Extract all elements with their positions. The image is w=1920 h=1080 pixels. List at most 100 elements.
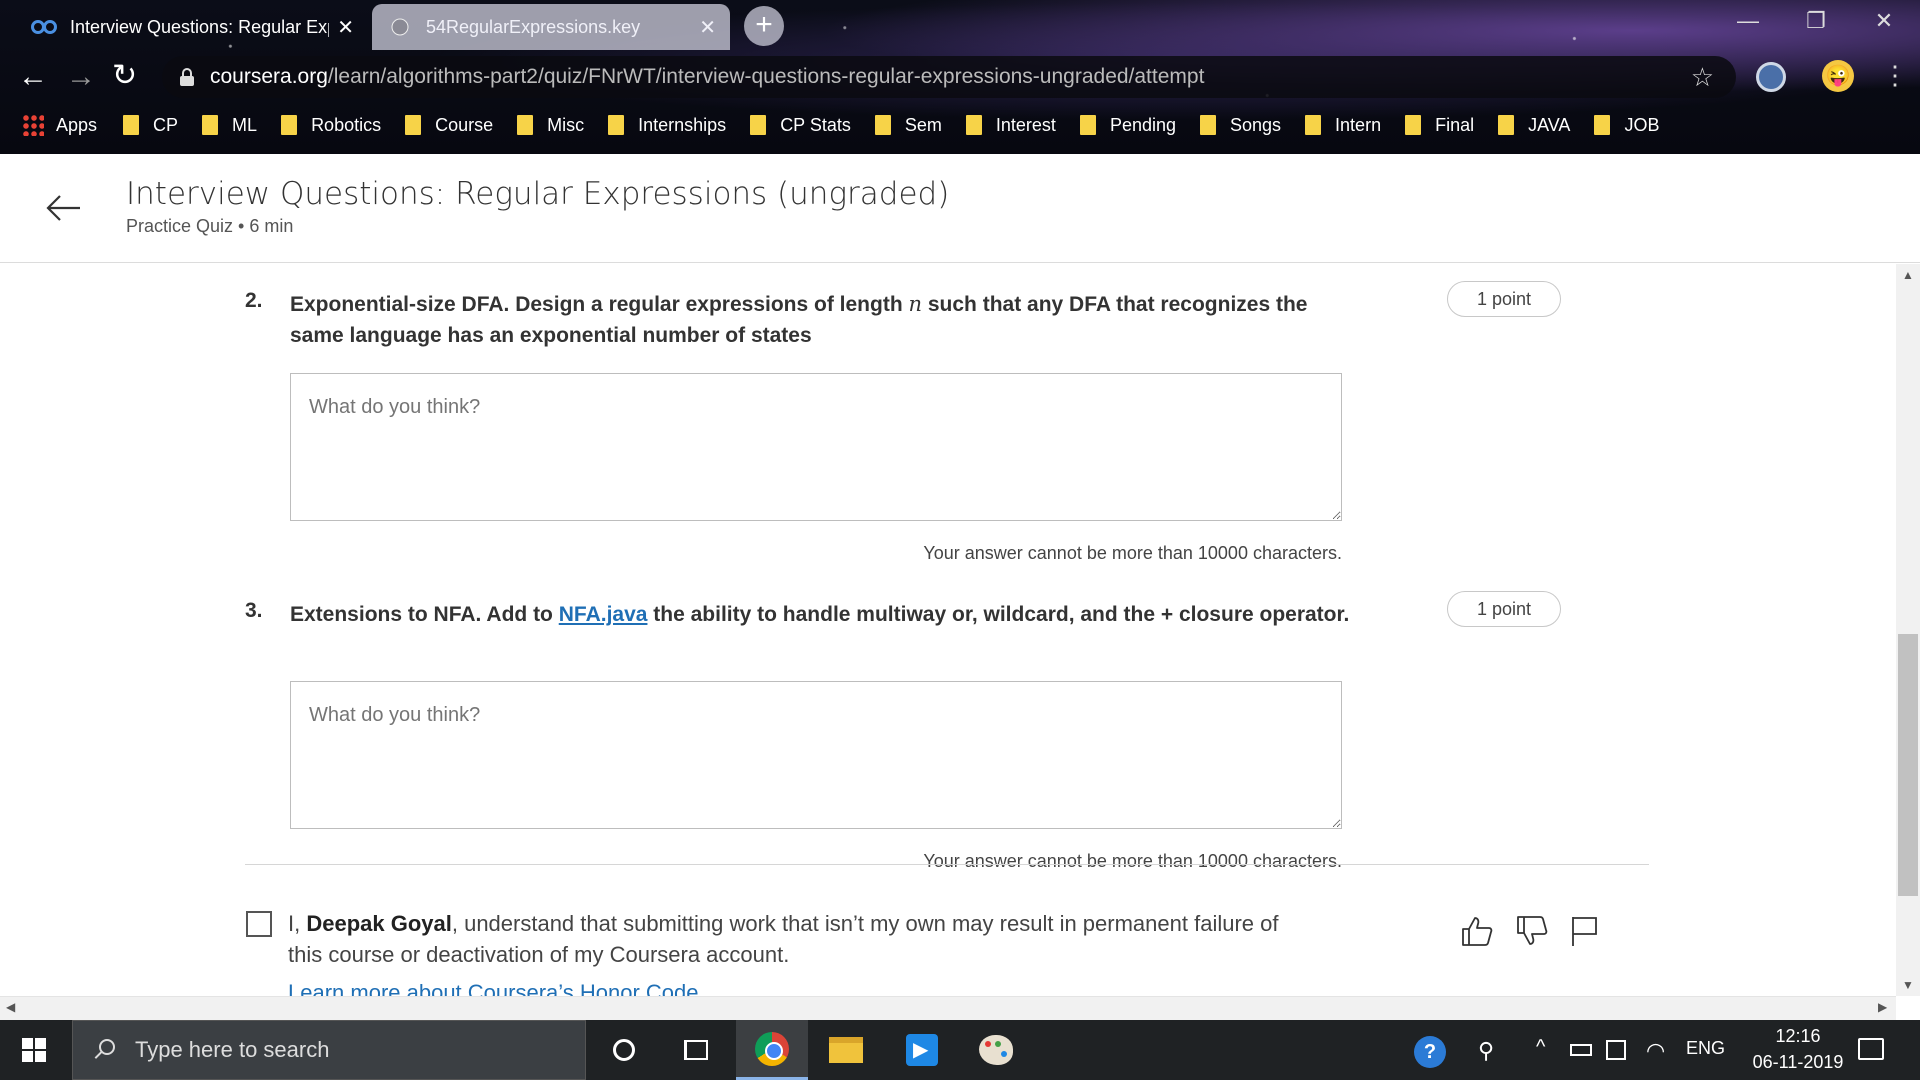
points-badge: 1 point (1447, 591, 1561, 627)
search-placeholder: Type here to search (135, 1037, 330, 1062)
bookmark-apps[interactable]: Apps (22, 108, 97, 142)
folder-icon (1594, 115, 1611, 135)
address-bar[interactable]: coursera.org/learn/algorithms-part2/quiz… (162, 56, 1736, 98)
scroll-up-icon[interactable]: ▲ (1902, 268, 1914, 282)
extension-icon[interactable] (1756, 62, 1786, 92)
page-title: Interview Questions: Regular Expressions… (126, 176, 950, 212)
horizontal-scrollbar[interactable] (0, 996, 1896, 1020)
paint-icon[interactable] (960, 1020, 1032, 1080)
bookmark-folder-final[interactable]: Final (1405, 108, 1474, 142)
forward-icon[interactable]: → (66, 60, 96, 94)
folder-icon (874, 115, 891, 135)
minimize-icon[interactable]: — (1720, 0, 1776, 42)
chevron-up-icon[interactable]: ^ (1536, 1036, 1545, 1059)
learner-name: Deepak Goyal (306, 911, 452, 936)
folder-icon (965, 115, 982, 135)
bookmark-folder-misc[interactable]: Misc (517, 108, 584, 142)
maximize-icon[interactable]: ❐ (1788, 0, 1844, 42)
thumbs-down-icon[interactable] (1515, 914, 1549, 948)
question-number: 3. (245, 599, 263, 622)
bookmark-folder-ml[interactable]: ML (202, 108, 257, 142)
back-arrow-icon[interactable] (44, 188, 84, 228)
reload-icon[interactable]: ↻ (112, 58, 137, 93)
bookmarks-bar: Apps CP ML Robotics Course Misc Internsh… (0, 108, 1659, 142)
bookmark-folder-job[interactable]: JOB (1594, 108, 1659, 142)
bookmark-folder-sem[interactable]: Sem (874, 108, 942, 142)
help-icon[interactable]: ? (1414, 1036, 1446, 1068)
bookmark-folder-interest[interactable]: Interest (965, 108, 1056, 142)
tab-interview-questions[interactable]: Interview Questions: Regular Exp ✕ (16, 4, 368, 50)
page-subtitle: Practice Quiz • 6 min (126, 216, 294, 236)
windows-taskbar: Type here to search ? ⚲ ^ ◠ ENG 12:16 06… (0, 1020, 1920, 1080)
char-limit-note: Your answer cannot be more than 10000 ch… (923, 543, 1342, 563)
profile-avatar-icon[interactable]: 😜 (1822, 60, 1854, 92)
folder-icon (608, 115, 625, 135)
scroll-right-icon[interactable]: ▶ (1878, 1000, 1887, 1014)
scroll-down-icon[interactable]: ▼ (1902, 978, 1914, 992)
question-text-part: Exponential-size DFA. Design a regular e… (290, 293, 909, 316)
folder-icon (517, 115, 534, 135)
scrollbar-thumb[interactable] (1898, 634, 1918, 896)
task-view-icon[interactable] (660, 1020, 732, 1080)
clock-date[interactable]: 06-11-2019 (1736, 1052, 1860, 1073)
answer-input[interactable] (290, 373, 1342, 521)
scroll-left-icon[interactable]: ◀ (6, 1000, 15, 1014)
bookmark-folder-pending[interactable]: Pending (1079, 108, 1176, 142)
honor-text-part: I, (288, 911, 307, 936)
honor-code-link[interactable]: Learn more about Coursera’s Honor Code (288, 980, 699, 996)
question-text: Exponential-size DFA. Design a regular e… (290, 289, 1350, 351)
folder-icon (281, 115, 298, 135)
new-tab-button[interactable]: + (744, 6, 784, 46)
search-icon (93, 1039, 115, 1061)
url-host: coursera.org (210, 65, 328, 88)
bookmark-folder-cp-stats[interactable]: CP Stats (750, 108, 851, 142)
flag-icon[interactable] (1568, 914, 1602, 948)
answer-input[interactable] (290, 681, 1342, 829)
question-number: 2. (245, 289, 263, 312)
cortana-icon[interactable] (588, 1020, 660, 1080)
wifi-icon[interactable]: ◠ (1646, 1038, 1665, 1064)
folder-icon (1305, 115, 1322, 135)
bookmark-folder-internships[interactable]: Internships (608, 108, 726, 142)
folder-icon (123, 115, 140, 135)
close-icon[interactable]: ✕ (699, 15, 716, 40)
url-path: /learn/algorithms-part2/quiz/FNrWT/inter… (327, 65, 1205, 88)
menu-icon[interactable]: ⋮ (1882, 60, 1908, 91)
taskbar-search-box[interactable]: Type here to search (72, 1020, 586, 1080)
bookmark-label: Misc (547, 114, 585, 135)
honor-code-checkbox[interactable] (246, 911, 272, 937)
bookmark-label: CP (153, 114, 179, 135)
bookmark-folder-robotics[interactable]: Robotics (281, 108, 381, 142)
power-icon[interactable] (1606, 1040, 1626, 1060)
bookmark-folder-songs[interactable]: Songs (1200, 108, 1281, 142)
battery-icon[interactable] (1570, 1044, 1592, 1056)
close-icon[interactable]: ✕ (337, 15, 354, 40)
bookmark-folder-intern[interactable]: Intern (1305, 108, 1381, 142)
teamviewer-icon[interactable] (886, 1020, 958, 1080)
folder-icon (1405, 115, 1422, 135)
bookmark-star-icon[interactable]: ☆ (1691, 62, 1714, 93)
back-icon[interactable]: ← (18, 60, 48, 94)
notifications-icon[interactable] (1858, 1038, 1884, 1060)
tab-regular-expressions-key[interactable]: 54RegularExpressions.key ✕ (372, 4, 730, 50)
nfa-java-link[interactable]: NFA.java (559, 603, 648, 626)
bookmark-label: CP Stats (780, 114, 851, 135)
divider (245, 864, 1649, 865)
language-indicator[interactable]: ENG (1686, 1038, 1725, 1059)
window-close-icon[interactable]: ✕ (1856, 0, 1912, 42)
folder-icon (750, 115, 767, 135)
honor-code-statement: I, Deepak Goyal, understand that submitt… (288, 908, 1318, 970)
people-icon[interactable]: ⚲ (1478, 1038, 1494, 1064)
char-limit-note: Your answer cannot be more than 10000 ch… (923, 851, 1342, 871)
windows-start-icon[interactable] (22, 1038, 46, 1062)
folder-icon (1498, 115, 1515, 135)
clock-time[interactable]: 12:16 (1758, 1026, 1838, 1047)
thumbs-up-icon[interactable] (1460, 914, 1494, 948)
file-explorer-icon[interactable] (810, 1020, 882, 1080)
bookmark-folder-course[interactable]: Course (405, 108, 493, 142)
bookmark-label: Course (435, 114, 494, 135)
bookmark-folder-java[interactable]: JAVA (1498, 108, 1570, 142)
folder-icon (405, 115, 422, 135)
bookmark-folder-cp[interactable]: CP (123, 108, 178, 142)
chrome-icon[interactable] (736, 1020, 808, 1080)
